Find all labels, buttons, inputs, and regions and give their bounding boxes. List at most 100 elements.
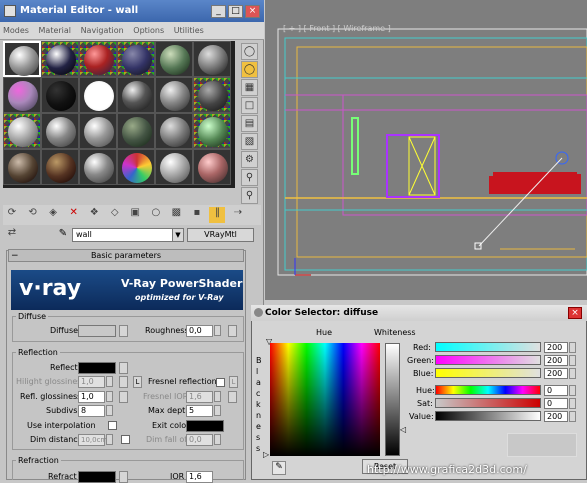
sat-field[interactable]: 0: [544, 398, 568, 409]
value-spinner[interactable]: [569, 411, 576, 422]
dim-distance-spinner[interactable]: [106, 434, 113, 445]
blackness-pointer-icon[interactable]: ▷: [263, 450, 269, 459]
sample-slot[interactable]: [41, 149, 79, 185]
whiteness-pointer-icon[interactable]: ◁: [400, 425, 406, 434]
sample-slot[interactable]: [117, 77, 155, 113]
dim-distance-field[interactable]: 10,0cm: [78, 434, 107, 446]
put-to-scene-icon[interactable]: ⟲: [25, 207, 41, 223]
sample-slot[interactable]: [3, 41, 41, 77]
assign-material-icon[interactable]: ◈: [45, 207, 61, 223]
sample-slot[interactable]: [155, 77, 193, 113]
exit-color-swatch[interactable]: [186, 420, 224, 432]
hilight-map-button[interactable]: [119, 376, 128, 388]
menu-utilities[interactable]: Utilities: [171, 22, 208, 35]
hue-blackness-picker[interactable]: [270, 343, 380, 456]
sample-slot[interactable]: [41, 41, 79, 77]
sample-slot[interactable]: [41, 113, 79, 149]
roughness-field[interactable]: 0,0: [186, 325, 213, 337]
fresnel-ior-field[interactable]: 1,6: [186, 391, 213, 403]
red-slider[interactable]: [435, 342, 541, 352]
material-navigator-icon[interactable]: ⚲: [241, 187, 258, 204]
sample-slot[interactable]: [117, 149, 155, 185]
get-material-icon[interactable]: ⟳: [4, 207, 20, 223]
sample-type-icon[interactable]: ◯: [241, 43, 258, 60]
refl-glossiness-spinner[interactable]: [106, 391, 113, 402]
refl-glossiness-map-button[interactable]: [119, 391, 128, 403]
fresnel-reflections-checkbox[interactable]: [216, 378, 225, 387]
reset-map-icon[interactable]: ✕: [66, 207, 82, 223]
value-slider[interactable]: [435, 411, 541, 421]
sample-slot[interactable]: [193, 149, 231, 185]
max-depth-spinner[interactable]: [214, 405, 221, 416]
whiteness-slider[interactable]: [385, 343, 400, 456]
hilight-glossiness-spinner[interactable]: [106, 376, 113, 387]
put-to-library-icon[interactable]: ▣: [127, 207, 143, 223]
fresnel-ior-map-button[interactable]: [228, 391, 237, 403]
material-type-button[interactable]: VRayMtl: [187, 228, 254, 242]
hilight-glossiness-field[interactable]: 1,0: [78, 376, 105, 388]
hue-field[interactable]: 0: [544, 385, 568, 396]
close-button[interactable]: ×: [245, 5, 260, 18]
eyedropper-button[interactable]: ✎: [272, 461, 286, 475]
use-interpolation-checkbox[interactable]: [108, 421, 117, 430]
sample-slot[interactable]: [79, 113, 117, 149]
front-viewport[interactable]: [265, 0, 587, 300]
reflect-color-swatch[interactable]: [78, 362, 116, 374]
sample-slot[interactable]: [79, 77, 117, 113]
ior-field[interactable]: 1,6: [186, 471, 213, 483]
select-by-material-icon[interactable]: ⚲: [241, 169, 258, 186]
refract-color-swatch[interactable]: [78, 471, 116, 483]
blue-field[interactable]: 200: [544, 368, 568, 379]
copy-material-icon[interactable]: ❖: [86, 207, 102, 223]
red-spinner[interactable]: [569, 342, 576, 353]
name-dropdown-icon[interactable]: ▼: [172, 228, 184, 242]
dim-falloff-spinner[interactable]: [214, 434, 221, 445]
diffuse-color-swatch[interactable]: [78, 325, 116, 337]
green-slider[interactable]: [435, 355, 541, 365]
go-to-parent-icon[interactable]: ‖: [209, 207, 226, 223]
minimize-button[interactable]: _: [211, 5, 226, 18]
sample-slot[interactable]: [3, 77, 41, 113]
sample-slot[interactable]: [193, 77, 231, 113]
menu-navigation[interactable]: Navigation: [78, 22, 128, 35]
sample-slot[interactable]: [155, 113, 193, 149]
green-spinner[interactable]: [569, 355, 576, 366]
viewport-label[interactable]: [ + ] [ Front ] [ Wireframe ]: [283, 24, 391, 33]
sample-slot[interactable]: [117, 41, 155, 77]
menu-material[interactable]: Material: [36, 22, 76, 35]
menu-options[interactable]: Options: [130, 22, 168, 35]
fresnel-lock-button[interactable]: L: [229, 376, 238, 388]
refl-glossiness-field[interactable]: 1,0: [78, 391, 105, 403]
sample-slot[interactable]: [155, 149, 193, 185]
roughness-map-button[interactable]: [228, 325, 237, 337]
green-field[interactable]: 200: [544, 355, 568, 366]
maximize-button[interactable]: □: [228, 5, 243, 18]
sat-slider[interactable]: [435, 398, 541, 408]
uv-tiling-icon[interactable]: □: [241, 97, 258, 114]
basic-parameters-header[interactable]: Basic parameters: [8, 249, 244, 262]
backlight-icon[interactable]: ◯: [241, 61, 258, 78]
red-field[interactable]: 200: [544, 342, 568, 353]
sample-slot[interactable]: [193, 113, 231, 149]
sample-slot[interactable]: [3, 113, 41, 149]
show-end-result-icon[interactable]: ▪: [189, 207, 205, 223]
video-check-icon[interactable]: ▤: [241, 115, 258, 132]
max-depth-field[interactable]: 5: [186, 405, 213, 417]
sample-slot[interactable]: [79, 149, 117, 185]
fresnel-ior-spinner[interactable]: [214, 391, 221, 402]
material-id-icon[interactable]: ○: [148, 207, 164, 223]
material-name-field[interactable]: wall: [72, 228, 184, 242]
dim-falloff-field[interactable]: 0,0: [186, 434, 213, 446]
roughness-spinner[interactable]: [214, 325, 221, 336]
subdivs-spinner[interactable]: [106, 405, 113, 416]
value-field[interactable]: 200: [544, 411, 568, 422]
make-preview-icon[interactable]: ▧: [241, 133, 258, 150]
reflect-map-button[interactable]: [119, 362, 128, 374]
sample-slot[interactable]: [3, 149, 41, 185]
eyedropper-icon[interactable]: ✎: [56, 228, 70, 242]
options-icon[interactable]: ⚙: [241, 151, 258, 168]
sibling-icon[interactable]: ⇄: [4, 227, 20, 243]
sample-slot[interactable]: [117, 113, 155, 149]
go-forward-icon[interactable]: ⇢: [230, 207, 246, 223]
dim-distance-checkbox[interactable]: [121, 435, 130, 444]
